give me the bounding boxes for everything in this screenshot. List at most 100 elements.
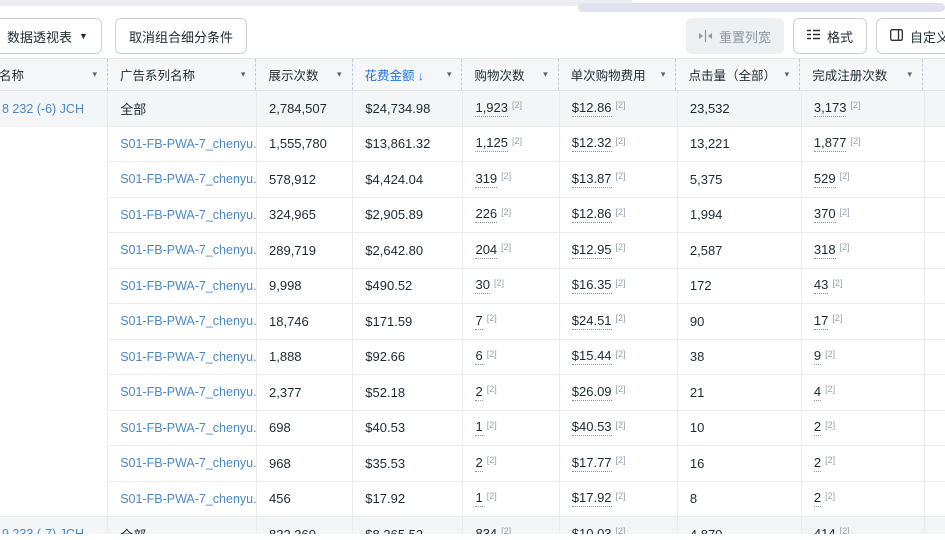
footnote-marker: [2] bbox=[487, 420, 497, 430]
metric-value[interactable]: $12.95 bbox=[572, 242, 612, 259]
format-icon bbox=[807, 29, 820, 44]
campaign-name-link[interactable]: S01-FB-PWA-7_chenyu... bbox=[120, 421, 256, 435]
footnote-marker: [2] bbox=[832, 313, 842, 323]
campaign-name-link[interactable]: S01-FB-PWA-7_chenyu... bbox=[120, 350, 256, 364]
metric-value[interactable]: 7 bbox=[475, 313, 482, 330]
chevron-down-icon[interactable]: ▾ bbox=[329, 69, 342, 80]
reset-column-width-button[interactable]: 重置列宽 bbox=[686, 18, 784, 54]
cell-purchases: 1[2] bbox=[462, 482, 558, 518]
metric-value[interactable]: 319 bbox=[475, 171, 497, 188]
column-header-name[interactable]: 名称▾ bbox=[0, 59, 107, 90]
metric-value[interactable]: $10.03 bbox=[572, 526, 612, 534]
metric-value[interactable]: $16.35 bbox=[572, 277, 612, 294]
column-header-spend[interactable]: 花费金额 ↓▾ bbox=[352, 59, 462, 90]
chevron-down-icon[interactable]: ▾ bbox=[439, 69, 452, 80]
metric-value[interactable]: $17.92 bbox=[572, 490, 612, 507]
metric-value[interactable]: 1 bbox=[475, 419, 482, 436]
chevron-down-icon[interactable]: ▾ bbox=[535, 69, 548, 80]
campaign-name-link[interactable]: S01-FB-PWA-7_chenyu... bbox=[120, 279, 256, 293]
chevron-down-icon[interactable]: ▾ bbox=[84, 69, 97, 80]
metric-value[interactable]: $13.87 bbox=[572, 171, 612, 188]
cell-empty bbox=[924, 446, 945, 482]
metric-value[interactable]: 529 bbox=[814, 171, 836, 188]
campaign-name-link[interactable]: S01-FB-PWA-7_chenyu... bbox=[120, 456, 256, 470]
campaign-name-link[interactable]: S01-FB-PWA-7_chenyu... bbox=[120, 137, 256, 151]
metric-value[interactable]: 6 bbox=[475, 348, 482, 365]
metric-value[interactable]: 2 bbox=[475, 384, 482, 401]
cell-spend: $52.18 bbox=[352, 375, 462, 411]
account-name-link[interactable]: 8 232 (-6) JCH bbox=[2, 102, 84, 116]
campaign-name-link[interactable]: S01-FB-PWA-7_chenyu... bbox=[120, 208, 256, 222]
metric-value[interactable]: $24.51 bbox=[572, 313, 612, 330]
cell-clicks: 4,870 bbox=[677, 517, 801, 534]
metric-value[interactable]: $12.32 bbox=[572, 135, 612, 152]
metric-value[interactable]: 17 bbox=[814, 313, 828, 330]
customize-button[interactable]: 自定义 bbox=[876, 18, 945, 54]
cell-spend: $490.52 bbox=[352, 269, 462, 305]
account-name-link[interactable]: 9 233 (-7) JCH bbox=[2, 527, 84, 534]
metric-value[interactable]: 318 bbox=[814, 242, 836, 259]
metric-value[interactable]: 1,877 bbox=[814, 135, 847, 152]
footnote-marker: [2] bbox=[616, 384, 626, 394]
cell-empty bbox=[924, 91, 945, 127]
cell-name: 8 232 (-6) JCH bbox=[0, 91, 107, 127]
metric-value[interactable]: 9 bbox=[814, 348, 821, 365]
cell-clicks: 10 bbox=[677, 411, 801, 447]
column-header-campaign-name[interactable]: 广告系列名称▾ bbox=[107, 59, 255, 90]
metric-value[interactable]: 4 bbox=[814, 384, 821, 401]
metric-value[interactable]: $26.09 bbox=[572, 384, 612, 401]
table-row: S01-FB-PWA-7_chenyu...9,998$490.5230[2]$… bbox=[0, 269, 945, 305]
cell-campaign-name: S01-FB-PWA-7_chenyu... bbox=[107, 411, 256, 447]
metric-value[interactable]: $12.86 bbox=[572, 206, 612, 223]
column-header-impressions[interactable]: 展示次数▾ bbox=[255, 59, 351, 90]
metric-value[interactable]: $15.44 bbox=[572, 348, 612, 365]
metric-value[interactable]: $40.53 bbox=[572, 419, 612, 436]
footnote-marker: [2] bbox=[512, 136, 522, 146]
metric-value[interactable]: 1,125 bbox=[475, 135, 508, 152]
metric-value[interactable]: $12.86 bbox=[572, 100, 612, 117]
cell-name bbox=[0, 162, 107, 198]
column-header-cost-per-purchase[interactable]: 单次购物费用▾ bbox=[558, 59, 676, 90]
cell-empty bbox=[924, 304, 945, 340]
campaign-name-link[interactable]: S01-FB-PWA-7_chenyu... bbox=[120, 243, 256, 257]
column-header-clicks[interactable]: 点击量（全部）▾ bbox=[675, 59, 799, 90]
metric-value[interactable]: 2 bbox=[814, 419, 821, 436]
column-header-purchases[interactable]: 购物次数▾ bbox=[461, 59, 557, 90]
chevron-down-icon[interactable]: ▾ bbox=[777, 69, 790, 80]
ungroup-breakdown-button[interactable]: 取消组合细分条件 bbox=[115, 18, 247, 54]
cell-empty bbox=[924, 198, 945, 234]
column-header-registrations[interactable]: 完成注册次数▾ bbox=[799, 59, 922, 90]
metric-value[interactable]: $17.77 bbox=[572, 455, 612, 472]
footnote-marker: [2] bbox=[501, 207, 511, 217]
metric-value[interactable]: 3,173 bbox=[814, 100, 847, 117]
metric-value[interactable]: 1,923 bbox=[475, 100, 508, 117]
metric-value[interactable]: 30 bbox=[475, 277, 489, 294]
chevron-down-icon[interactable]: ▾ bbox=[899, 69, 912, 80]
metric-value[interactable]: 1 bbox=[475, 490, 482, 507]
metric-value[interactable]: 43 bbox=[814, 277, 828, 294]
cell-impressions: 1,555,780 bbox=[256, 127, 352, 163]
metric-value[interactable]: 834 bbox=[475, 526, 497, 534]
metric-value[interactable]: 414 bbox=[814, 526, 836, 534]
campaign-name-link[interactable]: S01-FB-PWA-7_chenyu... bbox=[120, 172, 256, 186]
campaign-name-link[interactable]: S01-FB-PWA-7_chenyu... bbox=[120, 385, 256, 399]
cell-campaign-name: S01-FB-PWA-7_chenyu... bbox=[107, 446, 256, 482]
pivot-table-dropdown[interactable]: 数据透视表 ▼ bbox=[0, 18, 102, 54]
metric-value[interactable]: 204 bbox=[475, 242, 497, 259]
campaign-all-label: 全部 bbox=[120, 99, 146, 118]
campaign-name-link[interactable]: S01-FB-PWA-7_chenyu... bbox=[120, 314, 256, 328]
horizontal-scrollbar-thumb[interactable] bbox=[578, 3, 945, 12]
cell-campaign-name: S01-FB-PWA-7_chenyu... bbox=[107, 127, 256, 163]
cell-registrations: 17 [2] bbox=[801, 304, 924, 340]
campaign-name-link[interactable]: S01-FB-PWA-7_chenyu... bbox=[120, 492, 256, 506]
footnote-marker: [2] bbox=[616, 349, 626, 359]
chevron-down-icon[interactable]: ▾ bbox=[653, 69, 666, 80]
format-button[interactable]: 格式 bbox=[793, 18, 867, 54]
metric-value[interactable]: 370 bbox=[814, 206, 836, 223]
metric-value[interactable]: 2 bbox=[475, 455, 482, 472]
metric-value[interactable]: 226 bbox=[475, 206, 497, 223]
metric-value[interactable]: 2 bbox=[814, 490, 821, 507]
cell-spend: $171.59 bbox=[352, 304, 462, 340]
chevron-down-icon[interactable]: ▾ bbox=[233, 69, 246, 80]
metric-value[interactable]: 2 bbox=[814, 455, 821, 472]
